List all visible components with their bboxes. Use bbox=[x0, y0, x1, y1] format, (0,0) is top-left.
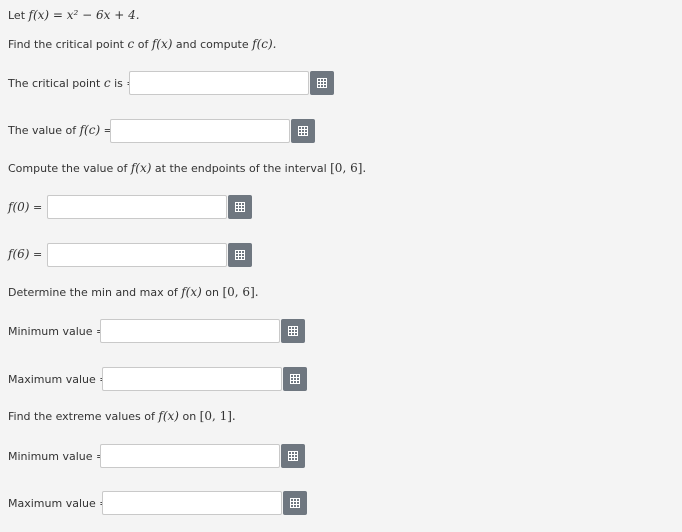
min-value-input-1[interactable] bbox=[100, 319, 280, 343]
task-endpoints: Compute the value of f(x) at the endpoin… bbox=[8, 161, 366, 175]
f0-input[interactable] bbox=[47, 195, 227, 219]
task3-interval: [0, 6]. bbox=[222, 285, 259, 299]
math-keyboard-icon bbox=[317, 78, 327, 88]
task4-interval: [0, 1]. bbox=[199, 409, 236, 423]
task2-mid: at the endpoints of the interval bbox=[151, 162, 331, 175]
task1-mid: of bbox=[134, 38, 152, 51]
min-value-label-2: Minimum value = bbox=[8, 450, 106, 463]
math-keyboard-icon bbox=[290, 374, 300, 384]
math-keyboard-icon bbox=[290, 498, 300, 508]
task-extremes-0-1: Find the extreme values of f(x) on [0, 1… bbox=[8, 409, 236, 423]
fc-label-prefix: The value of bbox=[8, 124, 80, 137]
task4-prefix: Find the extreme values of bbox=[8, 410, 159, 423]
f0-label-suffix: = bbox=[29, 201, 43, 214]
fc-label: The value of f(c) = bbox=[8, 123, 113, 137]
max-value-label-2: Maximum value = bbox=[8, 497, 109, 510]
min-value-label-1: Minimum value = bbox=[8, 325, 106, 338]
task1-prefix: Find the critical point bbox=[8, 38, 128, 51]
task4-fx: f(x) bbox=[158, 409, 179, 423]
task3-prefix: Determine the min and max of bbox=[8, 286, 182, 299]
fc-keyboard-button[interactable] bbox=[291, 119, 315, 143]
max-value-label-1: Maximum value = bbox=[8, 373, 109, 386]
f6-label-math: f(6) bbox=[8, 247, 30, 261]
critical-point-label: The critical point c is = bbox=[8, 76, 136, 90]
f0-keyboard-button[interactable] bbox=[228, 195, 252, 219]
task2-prefix: Compute the value of bbox=[8, 162, 131, 175]
task3-mid: on bbox=[201, 286, 223, 299]
min-value-1-keyboard-button[interactable] bbox=[281, 319, 305, 343]
math-keyboard-icon bbox=[235, 202, 245, 212]
task1-fc: f(c). bbox=[252, 37, 277, 51]
f0-label-math: f(0) bbox=[8, 200, 30, 214]
math-keyboard-icon bbox=[288, 451, 298, 461]
max-value-2-keyboard-button[interactable] bbox=[283, 491, 307, 515]
f6-input[interactable] bbox=[47, 243, 227, 267]
max-value-input-1[interactable] bbox=[102, 367, 282, 391]
max-value-input-2[interactable] bbox=[102, 491, 282, 515]
math-keyboard-icon bbox=[235, 250, 245, 260]
fc-label-math: f(c) bbox=[79, 123, 101, 137]
task-min-max-0-6: Determine the min and max of f(x) on [0,… bbox=[8, 285, 259, 299]
task1-mid2: and compute bbox=[172, 38, 253, 51]
problem-intro: Let f(x) = x² − 6x + 4. bbox=[8, 8, 140, 22]
math-keyboard-icon bbox=[288, 326, 298, 336]
task2-interval: [0, 6]. bbox=[330, 161, 367, 175]
critical-point-keyboard-button[interactable] bbox=[310, 71, 334, 95]
task4-mid: on bbox=[178, 410, 200, 423]
f6-label-suffix: = bbox=[29, 248, 43, 261]
max-value-1-keyboard-button[interactable] bbox=[283, 367, 307, 391]
task-critical-point: Find the critical point c of f(x) and co… bbox=[8, 37, 276, 51]
f6-keyboard-button[interactable] bbox=[228, 243, 252, 267]
min-value-input-2[interactable] bbox=[100, 444, 280, 468]
critical-point-input[interactable] bbox=[129, 71, 309, 95]
intro-prefix: Let bbox=[8, 9, 29, 22]
critical-label-c: c bbox=[103, 76, 111, 90]
critical-label-prefix: The critical point bbox=[8, 77, 104, 90]
task1-fx: f(x) bbox=[151, 37, 173, 51]
f0-label: f(0) = bbox=[8, 200, 42, 214]
math-keyboard-icon bbox=[298, 126, 308, 136]
min-value-2-keyboard-button[interactable] bbox=[281, 444, 305, 468]
task2-fx: f(x) bbox=[130, 161, 152, 175]
f6-label: f(6) = bbox=[8, 247, 42, 261]
function-definition: f(x) = x² − 6x + 4. bbox=[28, 8, 140, 22]
fc-input[interactable] bbox=[110, 119, 290, 143]
task3-fx: f(x) bbox=[181, 285, 202, 299]
